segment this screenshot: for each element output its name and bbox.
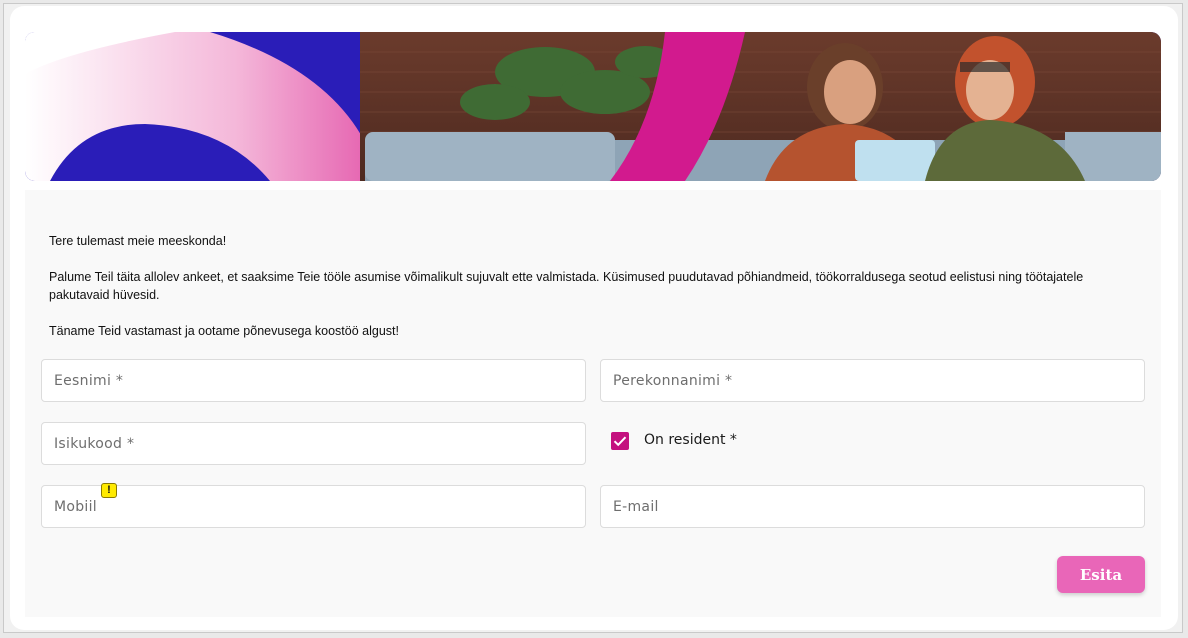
personal-code-field[interactable] bbox=[41, 422, 586, 465]
last-name-input[interactable] bbox=[601, 360, 1144, 401]
intro-thanks: Täname Teid vastamast ja ootame põnevuse… bbox=[49, 324, 399, 338]
intro-text: Tere tulemast meie meeskonda! Palume Tei… bbox=[49, 232, 1139, 358]
resident-label: On resident * bbox=[644, 432, 737, 448]
email-field[interactable] bbox=[600, 485, 1145, 528]
warning-icon: ! bbox=[101, 483, 117, 498]
mobile-input[interactable] bbox=[42, 486, 585, 527]
intro-paragraph: Palume Teil täita allolev ankeet, et saa… bbox=[49, 270, 1084, 302]
first-name-field[interactable] bbox=[41, 359, 586, 402]
submit-button[interactable]: Esita bbox=[1057, 556, 1145, 593]
intro-greeting: Tere tulemast meie meeskonda! bbox=[49, 234, 227, 248]
resident-checkbox[interactable] bbox=[611, 432, 629, 450]
personal-code-input[interactable] bbox=[42, 423, 585, 464]
checkmark-icon bbox=[613, 436, 627, 447]
first-name-input[interactable] bbox=[42, 360, 585, 401]
email-input[interactable] bbox=[601, 486, 1144, 527]
mobile-field[interactable] bbox=[41, 485, 586, 528]
last-name-field[interactable] bbox=[600, 359, 1145, 402]
header-banner bbox=[25, 32, 1161, 181]
